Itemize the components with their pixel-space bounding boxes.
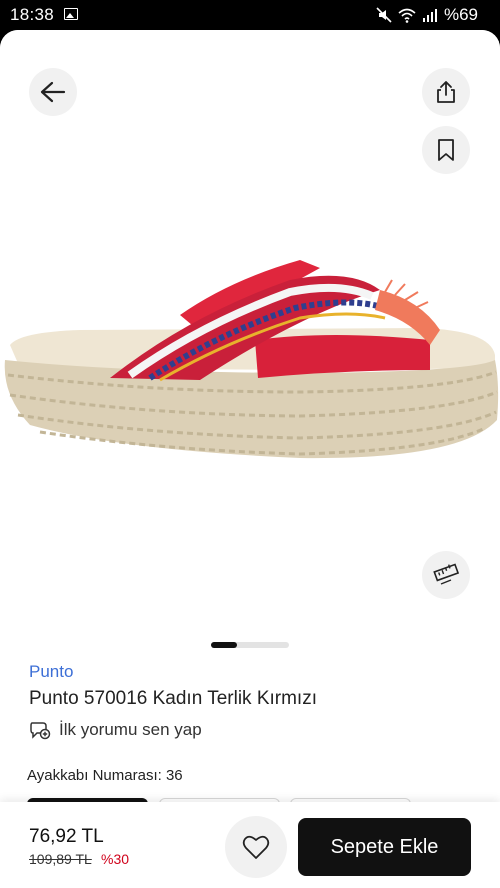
mute-icon (376, 7, 392, 23)
add-to-cart-button[interactable]: Sepete Ekle (298, 818, 471, 876)
product-gallery[interactable] (0, 30, 500, 658)
review-prompt-label: İlk yorumu sen yap (59, 720, 202, 739)
wifi-icon (398, 8, 416, 23)
battery-level: %69 (443, 5, 478, 24)
share-icon (437, 81, 455, 103)
bookmark-icon (438, 139, 454, 161)
status-time: 18:38 (10, 5, 55, 24)
review-add-icon (30, 722, 51, 740)
gallery-notification-icon (64, 8, 78, 20)
product-image (4, 260, 499, 459)
share-button[interactable] (422, 68, 470, 116)
bookmark-button[interactable] (422, 126, 470, 174)
status-indicators: %69 (376, 5, 478, 25)
discount-badge: %30 (101, 851, 130, 867)
brand-link[interactable]: Punto (29, 662, 73, 682)
review-prompt[interactable]: İlk yorumu sen yap (29, 720, 202, 740)
product-title: Punto 570016 Kadın Terlik Kırmızı (29, 688, 317, 709)
signal-icon (422, 9, 437, 22)
product-detail-sheet: Punto Punto 570016 Kadın Terlik Kırmızı … (0, 30, 500, 888)
size-selector-label: Ayakkabı Numarası: 36 (27, 767, 183, 784)
size-label-text: Ayakkabı Numarası: (27, 767, 162, 784)
status-bar: 18:38 %69 (0, 0, 500, 30)
gallery-page-indicator-active (211, 642, 237, 648)
selected-size-value: 36 (165, 767, 183, 784)
back-arrow-icon (40, 81, 66, 103)
back-button[interactable] (29, 68, 77, 116)
favorite-button[interactable] (225, 816, 287, 878)
bottom-action-bar: 76,92 TL 109,89 TL %30 Sepete Ekle (0, 802, 500, 888)
size-guide-ruler-icon (433, 563, 459, 585)
size-guide-button[interactable] (422, 551, 470, 599)
current-price: 76,92 TL (29, 826, 104, 847)
gallery-page-indicator (211, 642, 289, 648)
original-price: 109,89 TL (29, 851, 92, 867)
heart-icon (242, 835, 270, 859)
